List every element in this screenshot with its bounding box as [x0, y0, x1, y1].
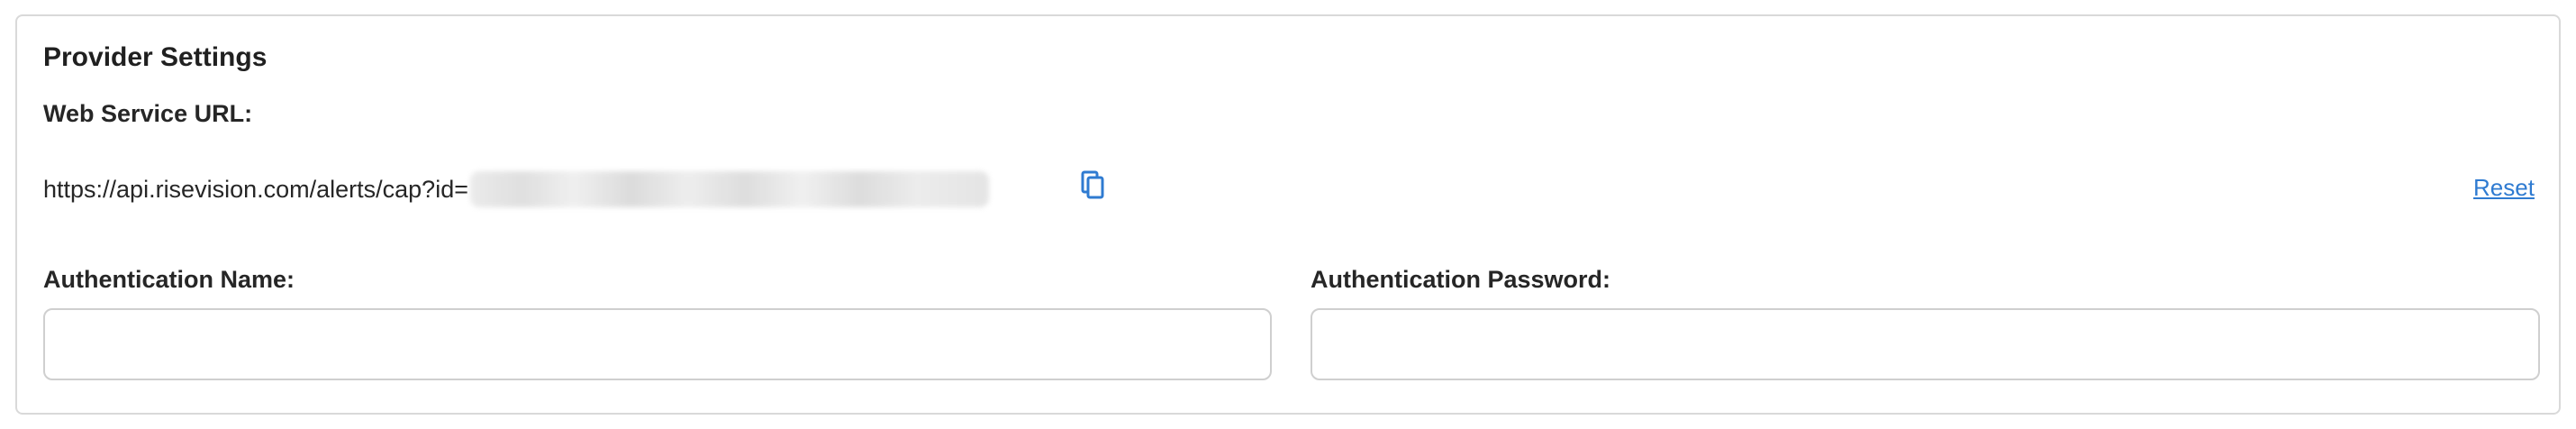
web-service-url-label: Web Service URL:	[43, 100, 253, 127]
copy-icon	[1081, 170, 1104, 199]
web-service-url: https://api.risevision.com/alerts/cap?id…	[43, 168, 989, 211]
authentication-password-label: Authentication Password:	[1311, 266, 1611, 293]
web-service-url-text: https://api.risevision.com/alerts/cap?id…	[43, 176, 468, 203]
reset-link[interactable]: Reset	[2473, 171, 2535, 204]
copy-url-button[interactable]	[1077, 168, 1108, 202]
authentication-password-input[interactable]	[1311, 308, 2540, 380]
authentication-name-label: Authentication Name:	[43, 266, 295, 293]
section-title: Provider Settings	[43, 42, 268, 72]
authentication-name-input[interactable]	[43, 308, 1272, 380]
redacted-url-id	[469, 171, 989, 207]
